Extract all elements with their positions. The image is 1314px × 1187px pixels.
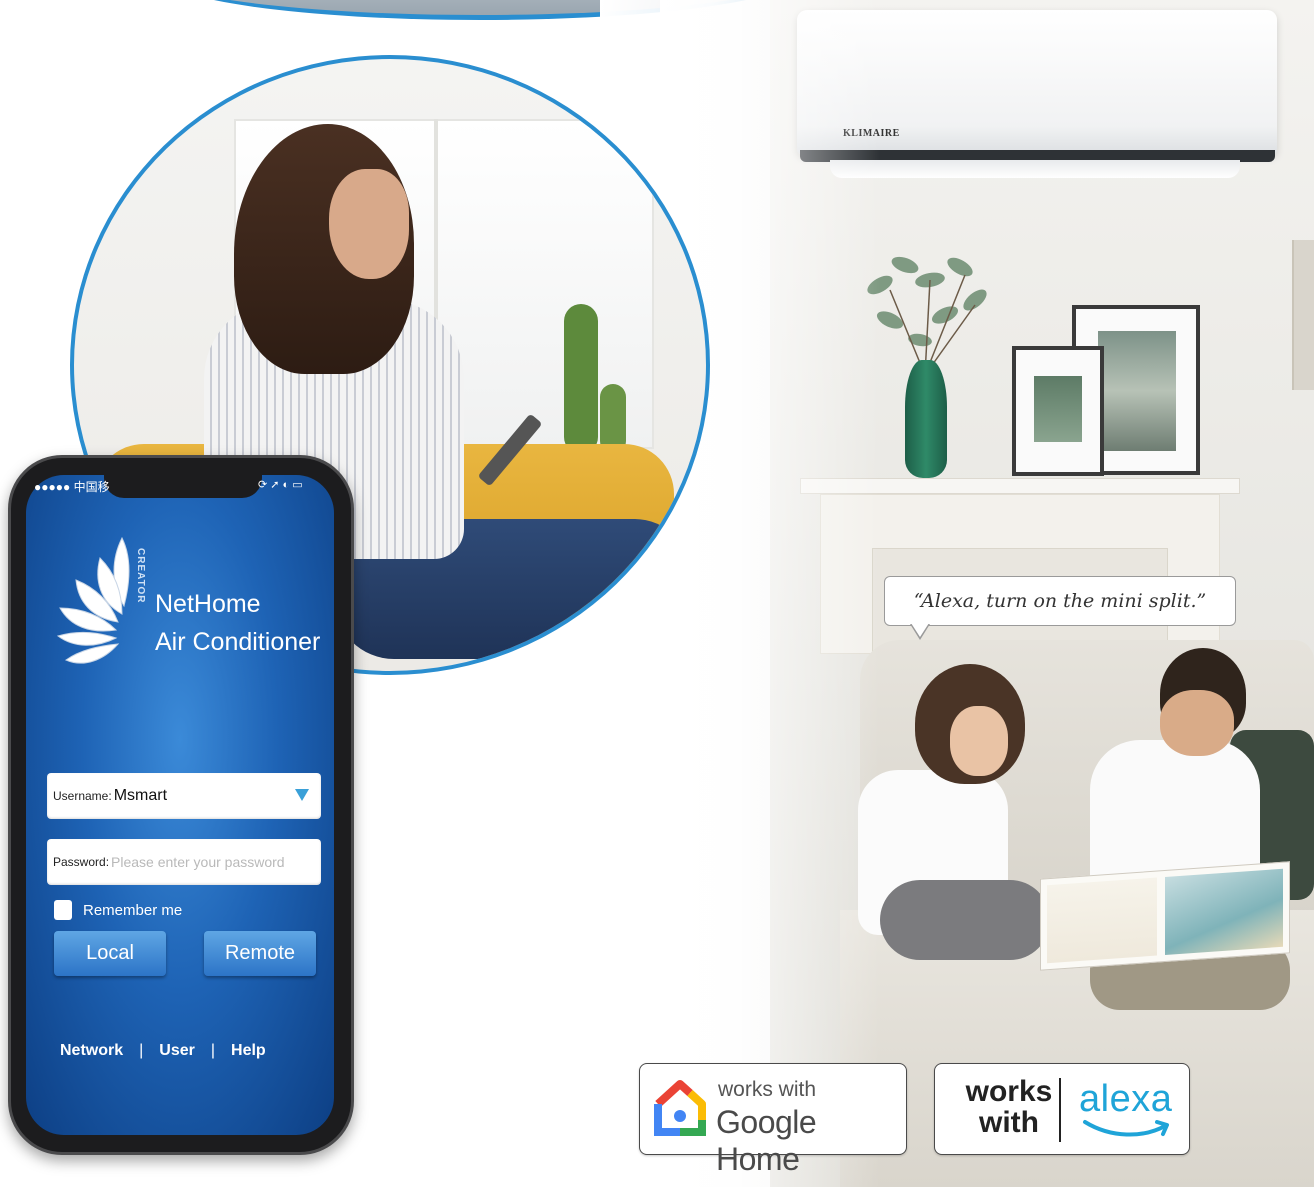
app-title-line2: Air Conditioner [155,628,321,656]
phone-notch [104,474,262,498]
ac-flap [830,160,1240,178]
alexa-works-word: works [965,1075,1053,1108]
wall-shelf [1292,240,1314,390]
alexa-smile-icon [1083,1120,1169,1137]
help-link[interactable]: Help [231,1042,266,1060]
google-works-with: works with [718,1078,817,1101]
status-carrier: ●●●●● 中国移 [34,480,110,494]
username-label: Username: [53,789,112,803]
alexa-works-with: works with [953,1076,1065,1138]
network-link[interactable]: Network [60,1042,123,1060]
boy-face [1160,690,1234,756]
username-value: Msmart [113,787,168,804]
remote-button[interactable]: Remote [204,931,316,976]
remember-me-checkbox[interactable] [54,900,72,920]
works-with-google-home-badge: works with Google Home [639,1063,907,1177]
product-banner: KLIMAIRE “Alexa, turn on the [0,0,1314,1187]
app-title-line1: NetHome [155,590,261,618]
alexa-with-word: with [979,1106,1039,1139]
cactus [564,304,598,454]
password-field[interactable]: Password: [47,839,321,885]
alexa-wordmark: alexa [1079,1078,1173,1120]
dropdown-arrow-icon[interactable] [295,789,309,801]
footer-separator: | [210,1042,216,1059]
user-link[interactable]: User [159,1042,195,1060]
remember-me-label: Remember me [83,902,183,919]
green-vase [905,360,947,478]
local-button[interactable]: Local [54,931,166,976]
footer-separator: | [139,1042,144,1059]
google-home-wordmark: Google Home [716,1104,817,1177]
speech-bubble: “Alexa, turn on the mini split.” [884,576,1236,626]
badge-divider [1059,1078,1061,1142]
app-footer-links: Network | User | Help [60,1042,266,1060]
status-icons: ⟳ ➚ ◐ ▭ [258,479,303,491]
speech-bubble-tail-fill [911,623,929,637]
google-home-icon [654,1080,706,1136]
open-book [1040,861,1290,971]
works-with-alexa-badge: works with alexa [934,1063,1190,1155]
password-input[interactable] [111,854,321,870]
creator-logo-icon [56,536,130,664]
woman-face [329,169,409,279]
username-field[interactable]: Username: Msmart [47,773,321,819]
girl-face [950,706,1008,776]
picture-frame-small [1012,346,1104,476]
creator-label: CREATOR [135,548,146,604]
alexa-quote: “Alexa, turn on the mini split.” [913,590,1207,612]
password-label: Password: [53,855,110,869]
girl-legs [880,880,1050,960]
